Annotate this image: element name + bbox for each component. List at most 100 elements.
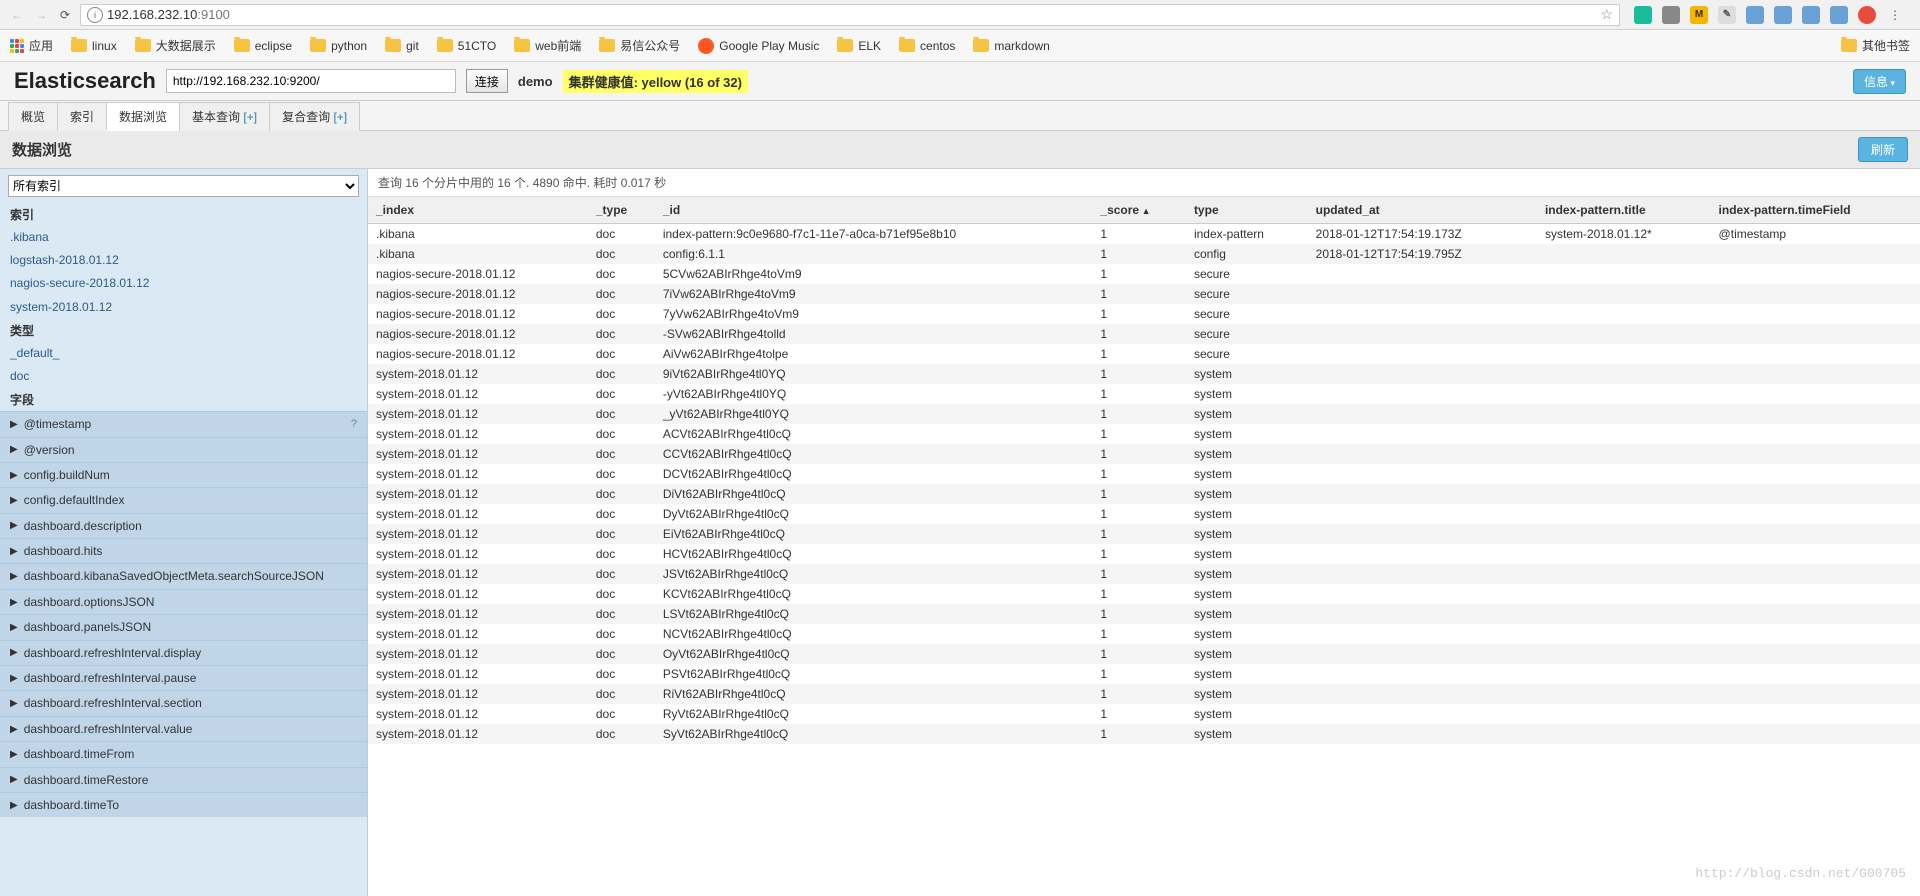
bookmark-item[interactable]: web前端	[514, 37, 581, 54]
tab-basic-query[interactable]: 基本查询 [+]	[179, 102, 270, 131]
sidebar-type-item[interactable]: _default_	[0, 342, 367, 365]
bookmark-other[interactable]: 其他书签	[1841, 37, 1910, 54]
index-select[interactable]: 所有索引	[8, 175, 359, 197]
column-header[interactable]: _index	[368, 197, 588, 224]
table-row[interactable]: .kibanadocindex-pattern:9c0e9680-f7c1-11…	[368, 224, 1920, 245]
ext-icon-5[interactable]	[1774, 6, 1792, 24]
sidebar-field-item[interactable]: ▶config.buildNum	[0, 462, 367, 487]
bookmark-item[interactable]: ELK	[837, 39, 881, 53]
table-row[interactable]: system-2018.01.12docACVt62ABIrRhge4tl0cQ…	[368, 424, 1920, 444]
table-row[interactable]: system-2018.01.12docJSVt62ABIrRhge4tl0cQ…	[368, 564, 1920, 584]
sidebar-field-item[interactable]: ▶dashboard.timeRestore	[0, 767, 367, 792]
table-row[interactable]: system-2018.01.12docDiVt62ABIrRhge4tl0cQ…	[368, 484, 1920, 504]
sidebar-field-item[interactable]: ▶dashboard.refreshInterval.value	[0, 716, 367, 741]
column-header[interactable]: updated_at	[1308, 197, 1537, 224]
expand-icon: ▶	[10, 797, 18, 814]
tab-indices[interactable]: 索引	[57, 102, 107, 131]
table-row[interactable]: nagios-secure-2018.01.12doc5CVw62ABIrRhg…	[368, 264, 1920, 284]
table-row[interactable]: system-2018.01.12docHCVt62ABIrRhge4tl0cQ…	[368, 544, 1920, 564]
tab-browser[interactable]: 数据浏览	[106, 102, 180, 131]
table-row[interactable]: system-2018.01.12docNCVt62ABIrRhge4tl0cQ…	[368, 624, 1920, 644]
browser-menu-icon[interactable]: ⋮	[1886, 6, 1904, 24]
table-row[interactable]: system-2018.01.12docDCVt62ABIrRhge4tl0cQ…	[368, 464, 1920, 484]
table-row[interactable]: system-2018.01.12docOyVt62ABIrRhge4tl0cQ…	[368, 644, 1920, 664]
table-row[interactable]: system-2018.01.12docPSVt62ABIrRhge4tl0cQ…	[368, 664, 1920, 684]
sidebar-field-item[interactable]: ▶config.defaultIndex	[0, 487, 367, 512]
table-row[interactable]: system-2018.01.12docEiVt62ABIrRhge4tl0cQ…	[368, 524, 1920, 544]
bookmark-item[interactable]: 大数据展示	[135, 37, 216, 54]
bookmark-item[interactable]: eclipse	[234, 39, 292, 53]
column-header[interactable]: _score	[1092, 197, 1186, 224]
table-row[interactable]: system-2018.01.12doc9iVt62ABIrRhge4tl0YQ…	[368, 364, 1920, 384]
sidebar-index-item[interactable]: system-2018.01.12	[0, 296, 367, 319]
refresh-button[interactable]: 刷新	[1858, 137, 1908, 162]
sidebar-field-item[interactable]: ▶dashboard.refreshInterval.pause	[0, 665, 367, 690]
table-row[interactable]: system-2018.01.12docLSVt62ABIrRhge4tl0cQ…	[368, 604, 1920, 624]
es-tabs: 概览 索引 数据浏览 基本查询 [+] 复合查询 [+]	[0, 101, 1920, 131]
page-title: 数据浏览	[12, 139, 72, 160]
forward-button[interactable]: →	[32, 6, 50, 24]
tab-compound-query[interactable]: 复合查询 [+]	[269, 102, 360, 131]
ext-icon-adblock[interactable]	[1858, 6, 1876, 24]
sidebar-field-item[interactable]: ▶@version	[0, 437, 367, 462]
table-row[interactable]: system-2018.01.12docKCVt62ABIrRhge4tl0cQ…	[368, 584, 1920, 604]
sidebar-field-item[interactable]: ▶dashboard.optionsJSON	[0, 589, 367, 614]
ext-icon-2[interactable]	[1662, 6, 1680, 24]
ext-icon-7[interactable]	[1830, 6, 1848, 24]
table-row[interactable]: nagios-secure-2018.01.12doc7iVw62ABIrRhg…	[368, 284, 1920, 304]
bookmark-apps[interactable]: 应用	[10, 37, 53, 54]
bookmark-star-icon[interactable]: ☆	[1600, 6, 1613, 23]
tab-overview[interactable]: 概览	[8, 102, 58, 131]
bookmark-item[interactable]: python	[310, 39, 367, 53]
table-row[interactable]: system-2018.01.12docSyVt62ABIrRhge4tl0cQ…	[368, 724, 1920, 744]
es-url-input[interactable]	[166, 69, 456, 93]
column-header[interactable]: _type	[588, 197, 655, 224]
sidebar-index-item[interactable]: .kibana	[0, 226, 367, 249]
sidebar-field-item[interactable]: ▶dashboard.hits	[0, 538, 367, 563]
bookmark-item[interactable]: centos	[899, 39, 955, 53]
table-row[interactable]: system-2018.01.12doc-yVt62ABIrRhge4tl0YQ…	[368, 384, 1920, 404]
help-icon[interactable]: ?	[351, 415, 357, 434]
ext-icon-m[interactable]: M	[1690, 6, 1708, 24]
sidebar-field-item[interactable]: ▶dashboard.refreshInterval.display	[0, 640, 367, 665]
back-button[interactable]: ←	[8, 6, 26, 24]
table-row[interactable]: system-2018.01.12docDyVt62ABIrRhge4tl0cQ…	[368, 504, 1920, 524]
reload-button[interactable]: ⟳	[56, 6, 74, 24]
table-row[interactable]: nagios-secure-2018.01.12doc7yVw62ABIrRhg…	[368, 304, 1920, 324]
sidebar-field-item[interactable]: ▶dashboard.refreshInterval.section	[0, 690, 367, 715]
sidebar-field-item[interactable]: ▶dashboard.timeTo	[0, 792, 367, 817]
table-row[interactable]: nagios-secure-2018.01.12docAiVw62ABIrRhg…	[368, 344, 1920, 364]
info-button[interactable]: 信息	[1853, 69, 1906, 94]
table-row[interactable]: .kibanadocconfig:6.1.11config2018-01-12T…	[368, 244, 1920, 264]
bookmark-item[interactable]: 易信公众号	[599, 37, 680, 54]
table-row[interactable]: nagios-secure-2018.01.12doc-SVw62ABIrRhg…	[368, 324, 1920, 344]
column-header[interactable]: type	[1186, 197, 1308, 224]
ext-icon-1[interactable]	[1634, 6, 1652, 24]
ext-icon-pencil[interactable]: ✎	[1718, 6, 1736, 24]
bookmark-item[interactable]: linux	[71, 39, 117, 53]
sidebar-index-item[interactable]: nagios-secure-2018.01.12	[0, 272, 367, 295]
sidebar-index-item[interactable]: logstash-2018.01.12	[0, 249, 367, 272]
ext-icon-4[interactable]	[1746, 6, 1764, 24]
sidebar-field-item[interactable]: ▶@timestamp?	[0, 411, 367, 436]
bookmark-item[interactable]: Google Play Music	[698, 38, 819, 54]
sidebar-field-item[interactable]: ▶dashboard.timeFrom	[0, 741, 367, 766]
sidebar-type-item[interactable]: doc	[0, 365, 367, 388]
bookmark-item[interactable]: 51CTO	[437, 39, 496, 53]
column-header[interactable]: index-pattern.timeField	[1711, 197, 1920, 224]
sidebar-field-item[interactable]: ▶dashboard.kibanaSavedObjectMeta.searchS…	[0, 563, 367, 588]
ext-icon-6[interactable]	[1802, 6, 1820, 24]
site-info-icon[interactable]: i	[87, 7, 103, 23]
address-bar[interactable]: i 192.168.232.10:9100 ☆	[80, 4, 1620, 26]
table-row[interactable]: system-2018.01.12docRiVt62ABIrRhge4tl0cQ…	[368, 684, 1920, 704]
sidebar-field-item[interactable]: ▶dashboard.description	[0, 513, 367, 538]
column-header[interactable]: _id	[655, 197, 1093, 224]
bookmark-item[interactable]: markdown	[973, 39, 1049, 53]
bookmark-item[interactable]: git	[385, 39, 419, 53]
table-row[interactable]: system-2018.01.12docRyVt62ABIrRhge4tl0cQ…	[368, 704, 1920, 724]
sidebar-field-item[interactable]: ▶dashboard.panelsJSON	[0, 614, 367, 639]
column-header[interactable]: index-pattern.title	[1537, 197, 1711, 224]
connect-button[interactable]: 连接	[466, 69, 508, 93]
table-row[interactable]: system-2018.01.12docCCVt62ABIrRhge4tl0cQ…	[368, 444, 1920, 464]
table-row[interactable]: system-2018.01.12doc_yVt62ABIrRhge4tl0YQ…	[368, 404, 1920, 424]
